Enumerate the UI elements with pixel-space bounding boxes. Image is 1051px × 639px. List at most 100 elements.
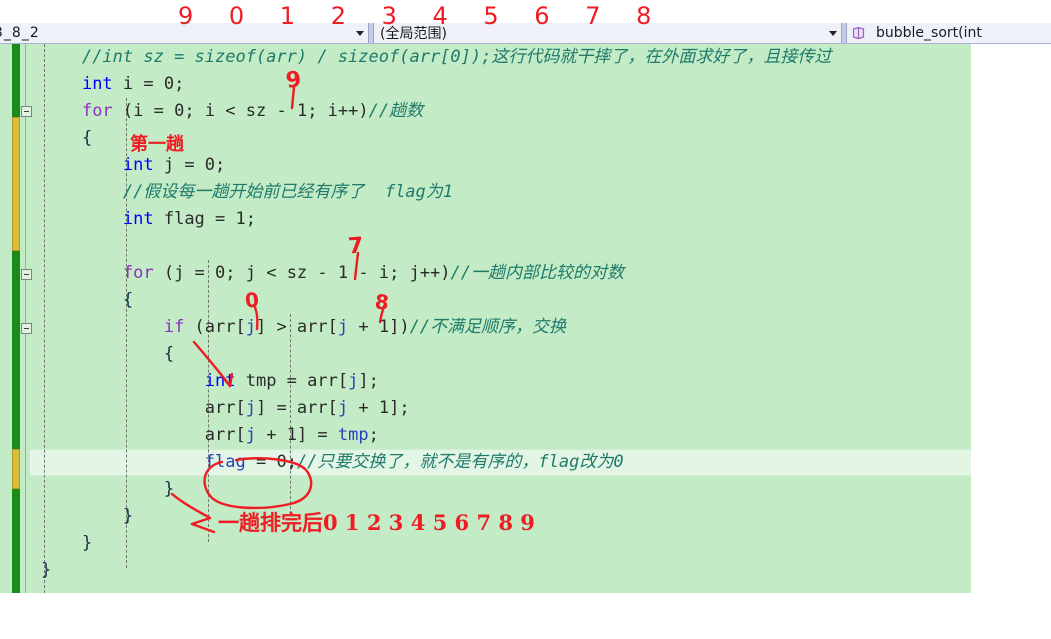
code-token: (i = [112, 101, 175, 121]
code-token: int [81, 74, 113, 94]
code-token: if [163, 317, 185, 337]
code-line: int tmp = arr[j]; [41, 368, 379, 395]
code-token: } [122, 506, 134, 526]
code-token: flag [204, 452, 246, 472]
code-token: + [348, 317, 379, 337]
code-token: int [122, 155, 154, 175]
code-line: //int sz = sizeof(arr) / sizeof(arr[0]);… [41, 44, 831, 71]
code-line: flag = 0;//只要交换了，就不是有序的，flag改为0 [41, 449, 624, 476]
code-line: } [41, 503, 133, 530]
editor-navigation-bar: 3_8_2 (全局范围) bubble_sort(int [0, 23, 1051, 44]
outlining-rail [25, 44, 26, 593]
code-line: { [41, 341, 174, 368]
code-line: } [41, 476, 174, 503]
code-token: { [163, 344, 175, 364]
code-token: (arr[ [184, 317, 246, 337]
code-token: j [245, 398, 256, 418]
code-token: 0 [163, 74, 175, 94]
code-line: { [41, 125, 92, 152]
code-token: } [41, 560, 52, 580]
code-token: //一趟内部比较的对数 [450, 263, 624, 283]
collapse-toggle-inner-for[interactable] [21, 269, 32, 280]
code-token: 0 [276, 452, 287, 472]
code-token: ; [174, 74, 185, 94]
code-token: arr[ [204, 398, 246, 418]
code-token: //假设每一趟开始前已经有序了 flag为1 [122, 182, 454, 202]
code-token: ]; [389, 398, 410, 418]
file-scope-dropdown-value: 3_8_2 [0, 25, 40, 41]
code-token: //只要交换了，就不是有序的，flag改为0 [296, 452, 624, 472]
code-token: } [81, 533, 93, 553]
code-token: for [122, 263, 154, 283]
code-token: int [122, 209, 154, 229]
member-dropdown[interactable]: bubble_sort(int [847, 23, 1051, 43]
change-bar-unsaved-segment [12, 449, 20, 489]
code-line: int i = 0; [41, 71, 184, 98]
code-line: { [41, 287, 133, 314]
editor-right-padding [971, 44, 1051, 593]
code-token: + [255, 425, 287, 445]
change-bar-saved-segment [12, 251, 20, 449]
code-token: ; [215, 155, 226, 175]
code-token: j = [153, 155, 205, 175]
code-token: ; [286, 452, 297, 472]
code-token: + [348, 398, 379, 418]
collapse-toggle-if-block[interactable] [21, 323, 32, 334]
code-token: //不满足顺序，交换 [409, 317, 567, 337]
code-token: j [348, 371, 359, 391]
collapse-toggle-outer-for[interactable] [21, 106, 32, 117]
scope-dropdown[interactable]: (全局范围) [374, 23, 841, 43]
code-line: if (arr[j] > arr[j + 1])//不满足顺序，交换 [41, 314, 566, 341]
code-token: 1 [378, 398, 390, 418]
file-scope-dropdown[interactable]: 3_8_2 [0, 23, 368, 43]
code-token: { [81, 128, 93, 148]
code-token: ] = [296, 425, 338, 445]
code-line: //假设每一趟开始前已经有序了 flag为1 [41, 179, 453, 206]
code-token: ; [368, 425, 379, 445]
scope-dropdown-value: (全局范围) [380, 26, 447, 42]
chevron-down-icon[interactable] [356, 30, 364, 36]
code-token: ; i++) [307, 101, 369, 121]
code-token: j [337, 398, 349, 418]
code-token: - i; j++) [348, 263, 451, 283]
code-line: } [41, 557, 51, 584]
code-token: ; j < sz - [225, 263, 338, 283]
code-line: for (i = 0; i < sz - 1; i++)//趟数 [41, 98, 423, 125]
code-token: ] > arr[ [255, 317, 338, 337]
code-token: ] = arr[ [255, 398, 338, 418]
code-token: j [245, 425, 256, 445]
code-token: 0 [174, 101, 185, 121]
code-editor[interactable]: //int sz = sizeof(arr) / sizeof(arr[0]);… [0, 44, 971, 593]
code-token: int [204, 371, 236, 391]
code-token: 1 [337, 263, 349, 283]
code-token: i = [112, 74, 164, 94]
change-bar-saved-segment [12, 44, 20, 117]
code-token: 1 [286, 425, 297, 445]
code-token: 0 [204, 155, 216, 175]
code-token: 0 [215, 263, 226, 283]
code-token: j [337, 317, 349, 337]
code-line: int flag = 1; [41, 206, 256, 233]
code-line: int j = 0; [41, 152, 225, 179]
change-bar-saved-segment [12, 489, 20, 593]
code-token: //趟数 [368, 101, 424, 121]
code-token: arr[ [204, 425, 246, 445]
code-token: for [81, 101, 113, 121]
code-line: } [41, 530, 92, 557]
chevron-down-icon[interactable] [829, 30, 837, 36]
